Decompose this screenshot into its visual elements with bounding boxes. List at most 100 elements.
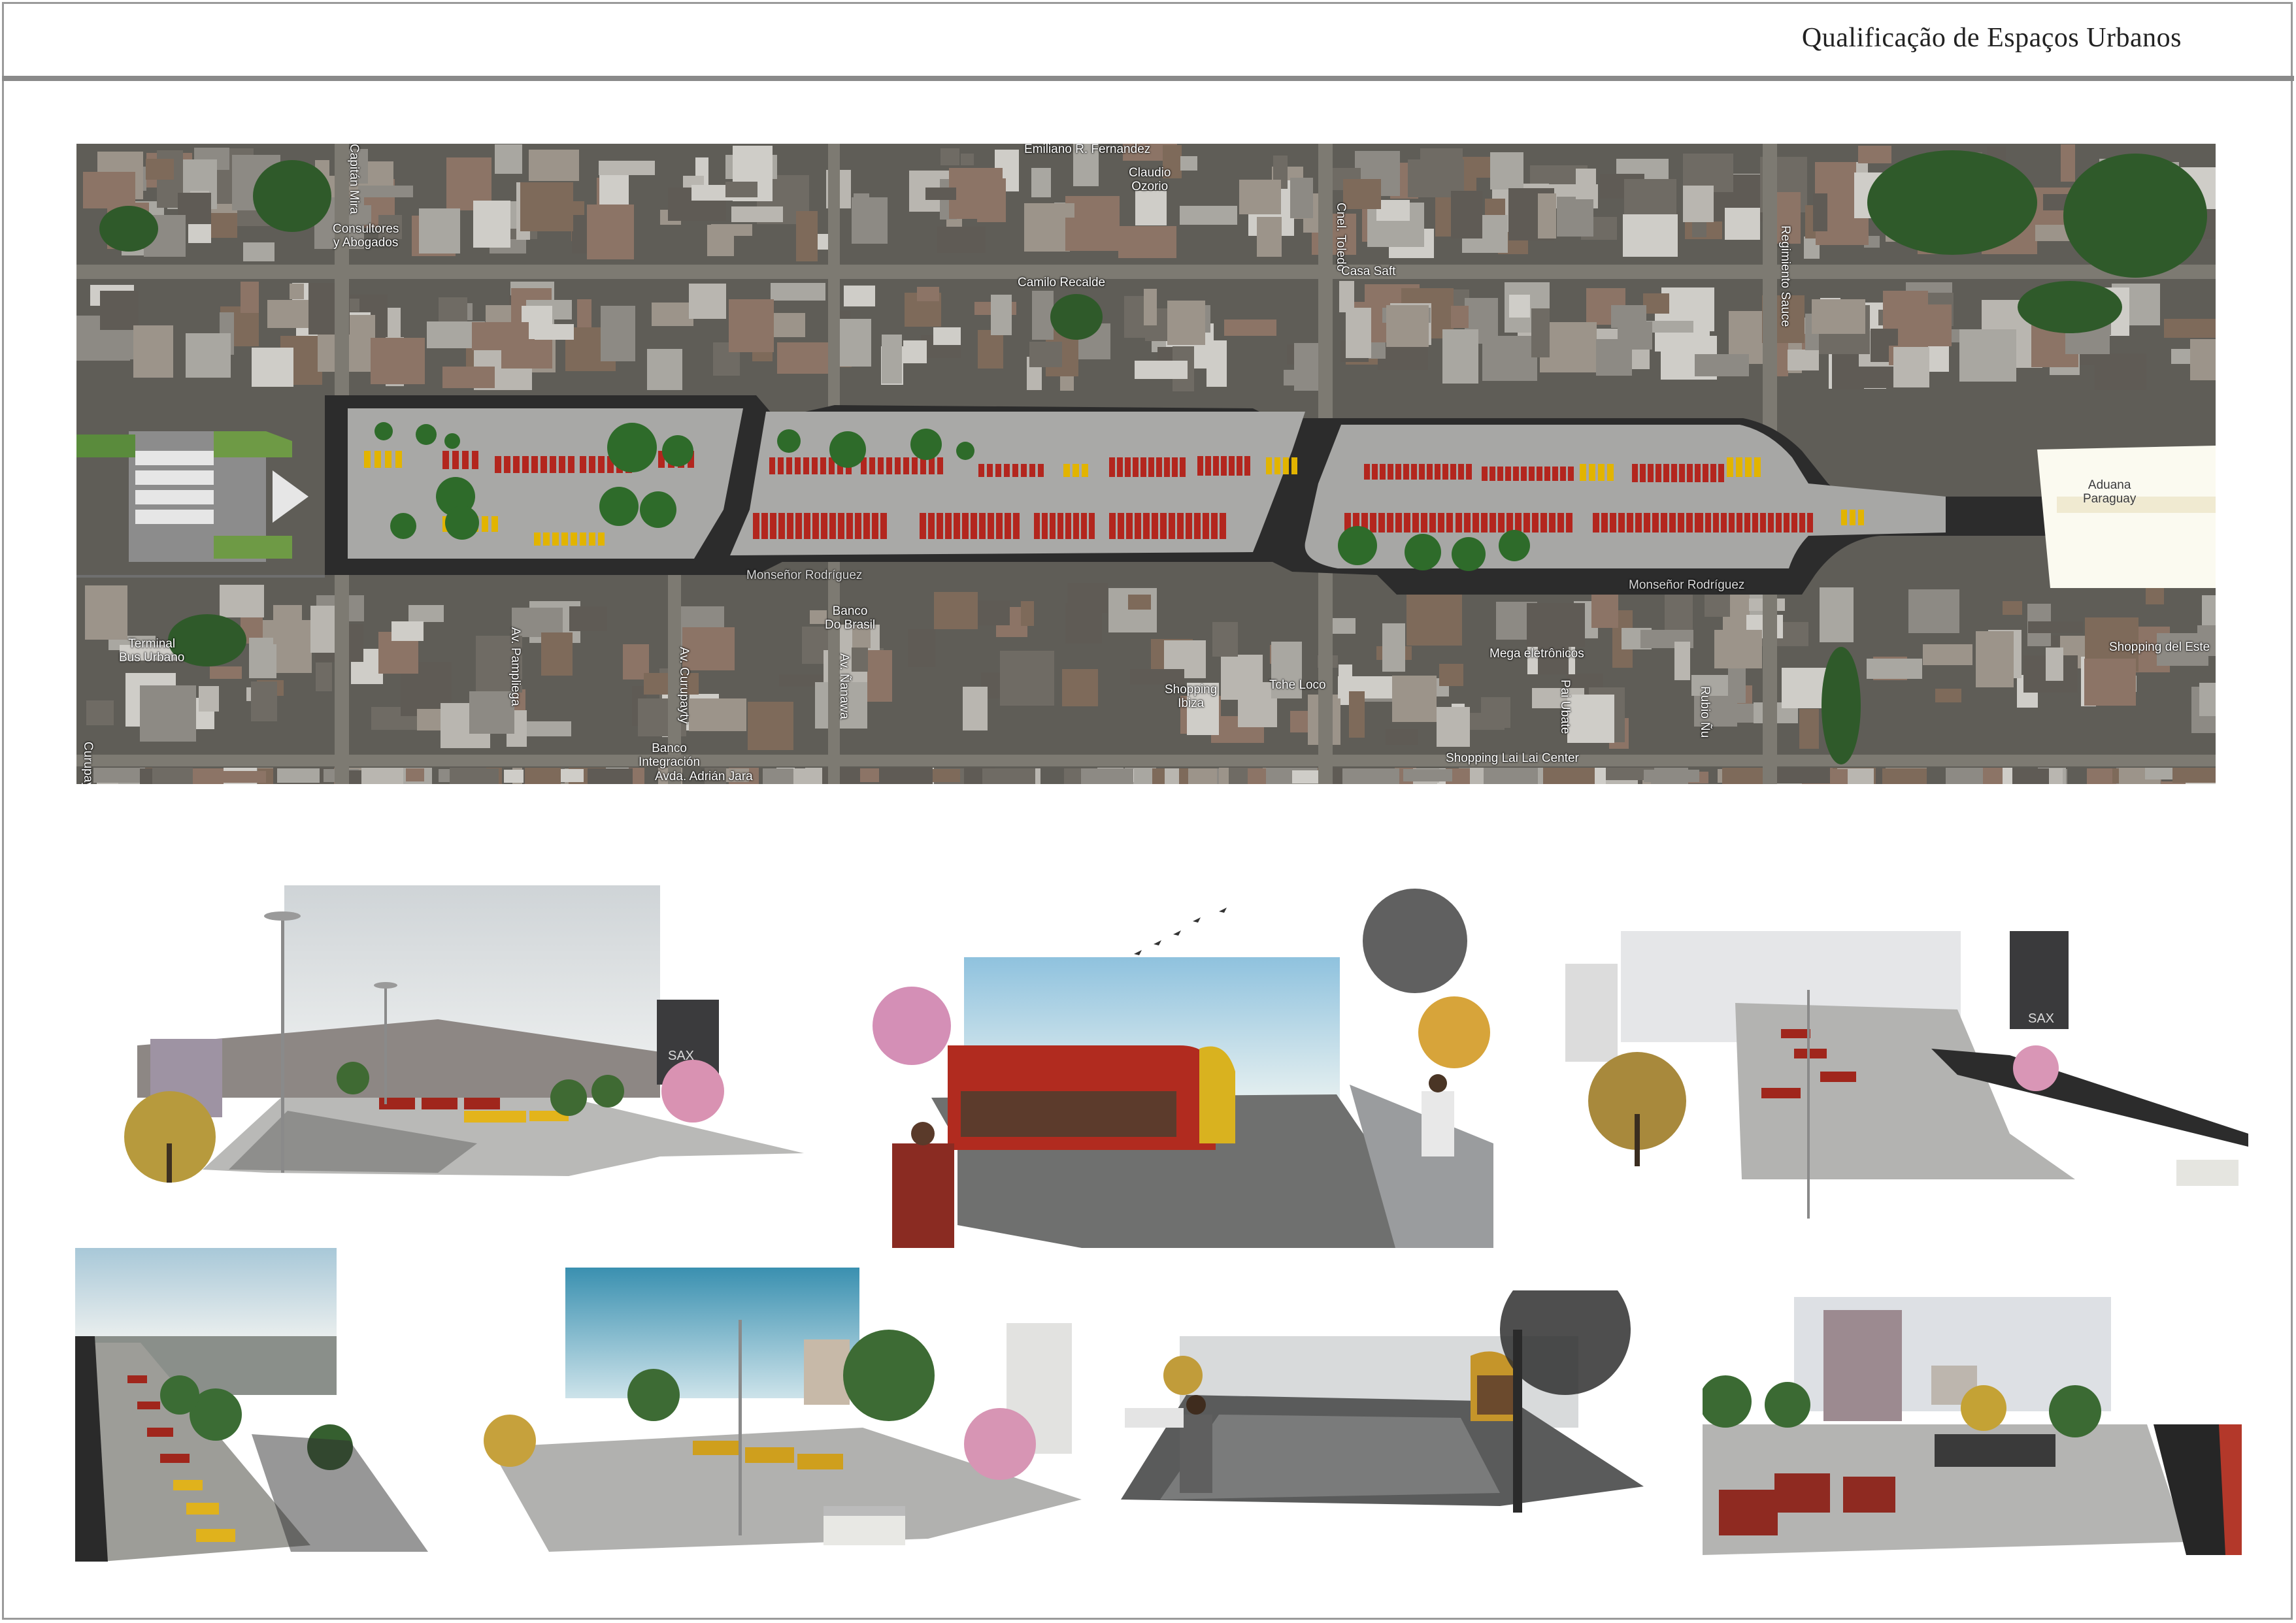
render-plaza-aerial-east: SAX [1565, 918, 2248, 1222]
rooftop [1858, 146, 1891, 163]
rooftop [1024, 215, 1070, 252]
header-divider [2, 76, 2294, 81]
kiosk [1710, 464, 1716, 482]
kiosk [988, 513, 994, 539]
rooftop [2061, 144, 2075, 182]
kiosk [786, 457, 792, 474]
kiosk [550, 456, 556, 473]
rooftop [978, 600, 1010, 625]
plaza-tree [445, 506, 479, 540]
bus [598, 533, 605, 546]
kiosk [1601, 513, 1608, 533]
kiosk [1117, 457, 1123, 477]
rooftop [277, 768, 320, 783]
bus [374, 451, 381, 468]
rooftop [1024, 203, 1074, 218]
kiosk [1211, 513, 1218, 539]
kiosk [1438, 513, 1444, 533]
kiosk [804, 513, 810, 539]
kiosk [937, 457, 943, 474]
rooftop [1695, 354, 1749, 376]
bus [395, 451, 402, 468]
bus [1589, 464, 1595, 481]
kiosk [1427, 464, 1433, 480]
rooftop [2190, 339, 2216, 380]
rooftop [652, 303, 693, 326]
kiosk [1566, 513, 1572, 533]
rooftop [1386, 305, 1429, 347]
kiosk [1737, 513, 1742, 533]
plaza-tree [390, 513, 416, 539]
rooftop [1257, 217, 1282, 257]
kiosk [820, 457, 826, 474]
rooftop [252, 348, 293, 387]
label-claudio: Claudio Ozorio [1129, 166, 1171, 193]
rooftop [1451, 191, 1482, 238]
rooftop [729, 299, 774, 352]
rooftop [725, 182, 757, 197]
kiosk [1197, 456, 1203, 476]
rooftop [1376, 200, 1410, 221]
rooftop [290, 284, 304, 299]
rooftop [1292, 770, 1320, 783]
label-shopping-lai-lai: Shopping Lai Lai Center [1446, 751, 1579, 765]
label-tche-loco: Tche Loco [1269, 678, 1326, 692]
bus [364, 451, 371, 468]
rooftop [2171, 349, 2190, 364]
rooftop [2164, 319, 2216, 338]
kiosk [1081, 513, 1087, 539]
kiosk [1679, 464, 1685, 482]
rooftop [796, 211, 818, 261]
kiosk [838, 513, 844, 539]
kiosk [903, 457, 909, 474]
kiosk [589, 456, 595, 473]
kiosk [1450, 464, 1456, 480]
rooftop [1799, 709, 1819, 749]
rooftop [1000, 651, 1054, 706]
rooftop [450, 768, 486, 784]
kiosk [1221, 456, 1227, 476]
rooftop [1031, 168, 1051, 197]
render-plaza-aerial-west: SAX [72, 882, 807, 1189]
rooftop [588, 768, 633, 784]
kiosk [795, 457, 801, 474]
rooftop [1775, 768, 1830, 783]
kiosk [979, 513, 986, 539]
rooftop [1893, 347, 1929, 387]
kiosk [1013, 513, 1020, 539]
kiosk [1152, 513, 1158, 539]
bus [1841, 510, 1847, 525]
rooftop [273, 605, 302, 644]
rooftop [978, 330, 1003, 369]
rooftop [442, 367, 495, 388]
kiosk [1663, 464, 1669, 482]
rooftop [854, 193, 869, 240]
bus [1607, 464, 1614, 481]
kiosk [1791, 513, 1797, 533]
kiosk [1807, 513, 1813, 533]
rooftop [1643, 293, 1669, 314]
kiosk [1395, 464, 1401, 480]
kiosk [1799, 513, 1805, 533]
render-jogger-plaza [1121, 1290, 1644, 1519]
rooftop [1567, 695, 1614, 743]
rooftop [1224, 320, 1276, 336]
rooftop [1343, 179, 1381, 209]
rooftop [93, 768, 140, 783]
kiosk [1148, 457, 1154, 477]
label-regimiento-sauce: Regimiento Sauce [1778, 225, 1792, 327]
rooftop [1021, 601, 1034, 626]
rooftop [961, 154, 974, 165]
rooftop [1338, 676, 1397, 698]
rooftop [2146, 587, 2164, 604]
plaza-tree [1499, 530, 1530, 561]
kiosk [1421, 513, 1427, 533]
bus [1274, 457, 1280, 474]
rooftop [1813, 193, 1827, 231]
kiosk [1552, 467, 1558, 481]
kiosk [1429, 513, 1436, 533]
rooftop [1399, 769, 1452, 781]
rooftop [199, 686, 219, 712]
rooftop [917, 287, 939, 301]
kiosk [1713, 513, 1719, 533]
